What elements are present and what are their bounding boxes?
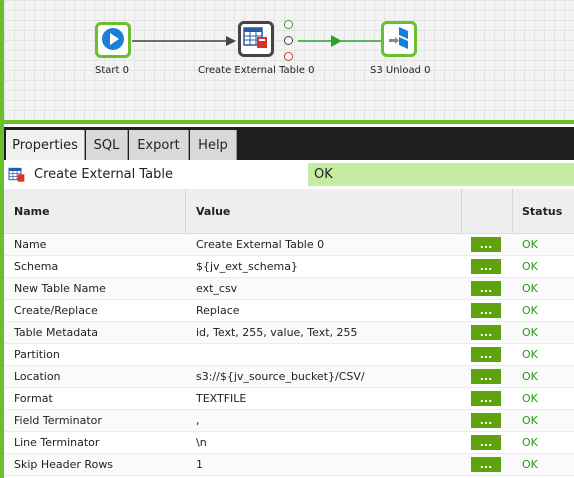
property-value: Replace xyxy=(196,304,240,317)
component-status: OK xyxy=(308,163,574,186)
table-row[interactable]: Format TEXTFILE ... OK xyxy=(4,388,574,410)
component-name: Create External Table xyxy=(34,167,174,182)
tab-help[interactable]: Help xyxy=(190,130,237,160)
table-row[interactable]: Schema ${jv_ext_schema} ... OK xyxy=(4,256,574,278)
property-value: TEXTFILE xyxy=(196,392,247,405)
property-name: Format xyxy=(14,392,53,405)
table-row[interactable]: Table Metadata id, Text, 255, value, Tex… xyxy=(4,322,574,344)
edit-property-button[interactable]: ... xyxy=(471,369,501,384)
component-status-text: OK xyxy=(314,167,333,182)
property-name: New Table Name xyxy=(14,282,106,295)
edit-property-button[interactable]: ... xyxy=(471,259,501,274)
property-status: OK xyxy=(522,348,538,361)
tab-properties[interactable]: Properties xyxy=(6,130,85,160)
property-name: Name xyxy=(14,238,47,251)
column-header-value: Value xyxy=(196,204,231,218)
job-canvas[interactable]: Start 0 Create External Table 0 S3 Unloa… xyxy=(4,0,574,120)
tab-sql[interactable]: SQL xyxy=(86,130,128,160)
column-divider xyxy=(185,189,186,233)
edit-property-button[interactable]: ... xyxy=(471,325,501,340)
s3-unload-node[interactable] xyxy=(381,21,417,57)
success-connector[interactable] xyxy=(284,20,293,29)
table-row[interactable]: Skip Header Rows 1 ... OK xyxy=(4,454,574,476)
edit-property-button[interactable]: ... xyxy=(471,281,501,296)
property-name: Location xyxy=(14,370,61,383)
create-external-table-node-label: Create External Table 0 xyxy=(198,65,315,76)
start-node-label: Start 0 xyxy=(95,65,129,76)
table-row[interactable]: Field Terminator , ... OK xyxy=(4,410,574,432)
s3-unload-node-label: S3 Unload 0 xyxy=(370,65,431,76)
property-value: , xyxy=(196,414,200,427)
tab-export[interactable]: Export xyxy=(129,130,189,160)
property-name: Create/Replace xyxy=(14,304,98,317)
property-status: OK xyxy=(522,458,538,471)
edit-property-button[interactable]: ... xyxy=(471,303,501,318)
property-status: OK xyxy=(522,370,538,383)
property-status: OK xyxy=(522,260,538,273)
property-status: OK xyxy=(522,282,538,295)
property-name: Skip Header Rows xyxy=(14,458,114,471)
unconditional-connector[interactable] xyxy=(284,36,293,45)
edit-property-button[interactable]: ... xyxy=(471,391,501,406)
table-row[interactable]: New Table Name ext_csv ... OK xyxy=(4,278,574,300)
property-status: OK xyxy=(522,238,538,251)
properties-table-header: Name Value Status xyxy=(4,189,574,234)
edit-property-button[interactable]: ... xyxy=(471,413,501,428)
property-value: \n xyxy=(196,436,207,449)
table-row[interactable]: Create/Replace Replace ... OK xyxy=(4,300,574,322)
column-header-name: Name xyxy=(14,204,50,218)
column-divider xyxy=(461,189,462,233)
table-icon xyxy=(243,26,269,53)
property-name: Field Terminator xyxy=(14,414,102,427)
play-icon xyxy=(101,27,125,54)
property-status: OK xyxy=(522,436,538,449)
property-value: ${jv_ext_schema} xyxy=(196,260,298,273)
property-value: ext_csv xyxy=(196,282,238,295)
create-external-table-node[interactable] xyxy=(238,21,274,57)
property-value: 1 xyxy=(196,458,203,471)
property-name: Table Metadata xyxy=(14,326,99,339)
edit-property-button[interactable]: ... xyxy=(471,435,501,450)
property-value: Create External Table 0 xyxy=(196,238,325,251)
property-status: OK xyxy=(522,414,538,427)
table-row[interactable]: Line Terminator \n ... OK xyxy=(4,432,574,454)
s3-unload-icon xyxy=(386,25,412,54)
column-divider xyxy=(512,189,513,233)
edit-property-button[interactable]: ... xyxy=(471,237,501,252)
property-name: Line Terminator xyxy=(14,436,100,449)
property-value: id, Text, 255, value, Text, 255 xyxy=(196,326,358,339)
table-icon xyxy=(8,167,26,183)
column-header-status: Status xyxy=(522,204,563,218)
property-name: Schema xyxy=(14,260,59,273)
property-status: OK xyxy=(522,326,538,339)
component-header: Create External Table OK xyxy=(4,163,574,186)
start-node[interactable] xyxy=(95,22,131,58)
properties-tab-bar: Properties SQL Export Help xyxy=(4,127,574,160)
property-name: Partition xyxy=(14,348,60,361)
component-title: Create External Table xyxy=(4,163,308,186)
property-status: OK xyxy=(522,392,538,405)
table-row[interactable]: Partition ... OK xyxy=(4,344,574,366)
edit-property-button[interactable]: ... xyxy=(471,347,501,362)
table-row[interactable]: Name Create External Table 0 ... OK xyxy=(4,234,574,256)
properties-table-body: Name Create External Table 0 ... OK Sche… xyxy=(4,234,574,476)
property-status: OK xyxy=(522,304,538,317)
canvas-divider xyxy=(4,120,574,124)
property-value: s3://${jv_source_bucket}/CSV/ xyxy=(196,370,365,383)
table-row[interactable]: Location s3://${jv_source_bucket}/CSV/ .… xyxy=(4,366,574,388)
failure-connector[interactable] xyxy=(284,52,293,61)
edit-property-button[interactable]: ... xyxy=(471,457,501,472)
